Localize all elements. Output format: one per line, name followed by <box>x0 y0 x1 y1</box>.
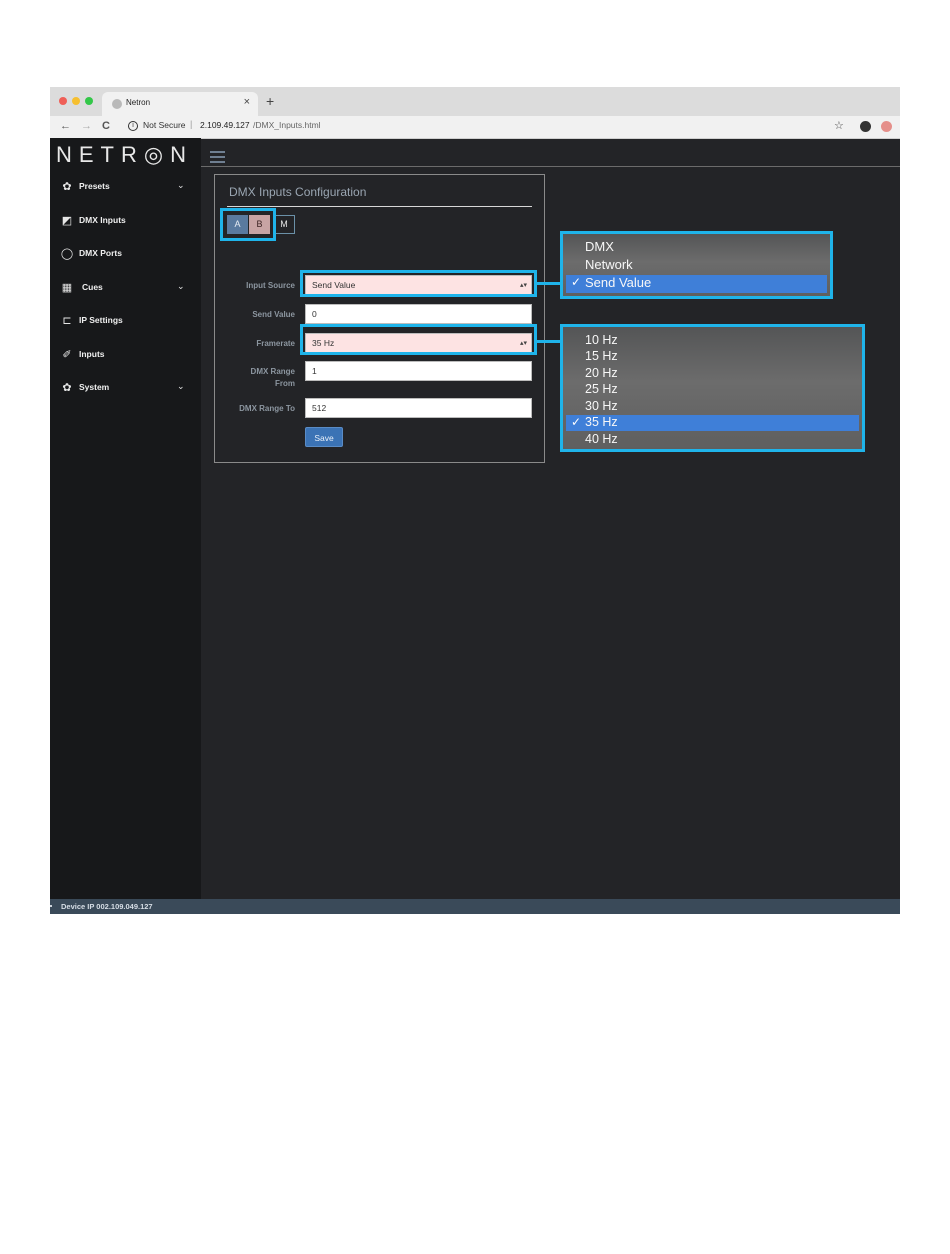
send-value-input[interactable]: 0 <box>305 304 532 324</box>
dmx-range-to-label: DMX Range To <box>239 404 295 413</box>
sidebar-item-dmx-ports[interactable]: ◯ DMX Ports <box>50 239 201 272</box>
circle-icon: ◯ <box>60 248 74 260</box>
framerate-label: Framerate <box>256 339 295 348</box>
laptop-icon: ⊏ <box>62 315 72 327</box>
sidebar-item-presets[interactable]: ✿ Presets ⌄ <box>50 172 201 205</box>
gear-icon: ✿ <box>62 382 72 394</box>
dmx-range-from-text: 1 <box>312 366 317 376</box>
segment-highlight-box <box>220 208 276 241</box>
chevron-down-icon: ⌄ <box>177 281 185 291</box>
option-label: DMX <box>585 239 614 254</box>
profile-icon[interactable] <box>860 121 871 132</box>
favicon-icon <box>112 99 122 109</box>
input-source-dropdown-callout: DMX Network ✓ Send Value <box>560 231 833 299</box>
dropdown-option-network[interactable]: Network <box>566 257 827 275</box>
status-dot <box>50 905 52 907</box>
back-button[interactable]: ← <box>60 119 71 133</box>
sidebar-item-cues[interactable]: ▦ Cues ⌄ <box>50 273 201 306</box>
input-icon: ◩ <box>61 215 73 227</box>
dropdown-option-35hz[interactable]: ✓ 35 Hz <box>566 415 859 431</box>
checkmark-icon: ✓ <box>571 415 582 429</box>
tab-bar: Netron × + <box>50 87 900 116</box>
sidebar-item-inputs[interactable]: ✐ Inputs <box>50 340 201 373</box>
option-label: Network <box>585 257 633 272</box>
forward-button[interactable]: → <box>81 119 92 133</box>
dmx-range-to-input[interactable]: 512 <box>305 398 532 418</box>
plug-icon: ✐ <box>62 349 72 361</box>
sidebar-item-dmx-inputs[interactable]: ◩ DMX Inputs <box>50 206 201 239</box>
sidebar-item-label: DMX Inputs <box>79 215 126 225</box>
hamburger-menu-icon[interactable] <box>210 151 225 166</box>
sidebar: NETR◎N ✿ Presets ⌄ ◩ DMX Inputs ◯ DMX Po… <box>50 138 201 899</box>
info-icon[interactable]: i <box>128 121 138 131</box>
dmx-range-to-text: 512 <box>312 403 327 413</box>
dmx-range-from-label: DMX Range <box>250 367 295 376</box>
input-source-connector <box>537 282 562 285</box>
sidebar-item-label: DMX Ports <box>79 248 122 258</box>
universe-m-button[interactable]: M <box>273 215 295 234</box>
gear-icon: ✿ <box>62 181 72 193</box>
send-value-label: Send Value <box>252 310 295 319</box>
close-window-button[interactable] <box>59 97 67 105</box>
url-host: 2.109.49.127 <box>200 120 250 130</box>
sidebar-item-ip-settings[interactable]: ⊏ IP Settings <box>50 306 201 339</box>
option-label: 25 Hz <box>585 382 618 396</box>
chevron-down-icon: ⌄ <box>177 381 185 391</box>
minimize-window-button[interactable] <box>72 97 80 105</box>
dmx-range-from-input[interactable]: 1 <box>305 361 532 381</box>
panel-title: DMX Inputs Configuration <box>229 185 367 199</box>
not-secure-label: Not Secure <box>143 120 186 130</box>
film-icon: ▦ <box>61 282 73 294</box>
sidebar-item-label: System <box>79 382 110 392</box>
url-path: /DMX_Inputs.html <box>253 120 321 130</box>
framerate-dropdown-callout: 10 Hz 15 Hz 20 Hz 25 Hz 30 Hz ✓ 35 Hz 40… <box>560 324 865 452</box>
dropdown-option-10hz[interactable]: 10 Hz <box>566 333 859 349</box>
url-field[interactable]: i Not Secure | 2.109.49.127 /DMX_Inputs.… <box>120 118 890 135</box>
header-divider <box>201 166 900 167</box>
title-divider <box>227 206 532 207</box>
option-label: 20 Hz <box>585 366 618 380</box>
dropdown-option-40hz[interactable]: 40 Hz <box>566 432 859 448</box>
input-source-label: Input Source <box>246 281 295 290</box>
send-value-text: 0 <box>312 309 317 319</box>
sidebar-item-label: IP Settings <box>79 315 123 325</box>
tab-close-icon[interactable]: × <box>244 96 250 108</box>
browser-tab[interactable]: Netron × <box>102 92 258 116</box>
option-label: 30 Hz <box>585 399 618 413</box>
sidebar-item-label: Cues <box>82 282 103 292</box>
option-label: 40 Hz <box>585 432 618 446</box>
extension-icon[interactable] <box>881 121 892 132</box>
status-bar: Device IP 002.109.049.127 <box>50 899 900 914</box>
netron-logo: NETR◎N <box>56 142 193 167</box>
dropdown-option-15hz[interactable]: 15 Hz <box>566 349 859 365</box>
sidebar-item-label: Presets <box>79 181 110 191</box>
dropdown-option-dmx[interactable]: DMX <box>566 239 827 257</box>
dmx-range-from-label-2: From <box>275 379 295 388</box>
dropdown-option-20hz[interactable]: 20 Hz <box>566 366 859 382</box>
framerate-highlight-box <box>300 324 537 355</box>
input-source-highlight-box <box>300 270 537 297</box>
reload-button[interactable]: C <box>102 119 110 133</box>
framerate-connector <box>537 340 562 343</box>
bookmark-star-icon[interactable]: ☆ <box>834 119 844 133</box>
dropdown-option-send-value[interactable]: ✓ Send Value <box>566 275 827 293</box>
maximize-window-button[interactable] <box>85 97 93 105</box>
address-bar: ← → C i Not Secure | 2.109.49.127 /DMX_I… <box>50 116 900 139</box>
option-label: 10 Hz <box>585 333 618 347</box>
checkmark-icon: ✓ <box>571 275 582 289</box>
option-label: 35 Hz <box>585 415 618 429</box>
tab-title: Netron <box>126 98 151 107</box>
new-tab-button[interactable]: + <box>266 94 274 108</box>
chevron-down-icon: ⌄ <box>177 180 185 190</box>
device-ip-text: Device IP 002.109.049.127 <box>61 902 153 911</box>
sidebar-item-label: Inputs <box>79 349 105 359</box>
sidebar-item-system[interactable]: ✿ System ⌄ <box>50 373 201 406</box>
browser-window: Netron × + ← → C i Not Secure | 2.109.49… <box>50 87 900 914</box>
dropdown-option-30hz[interactable]: 30 Hz <box>566 399 859 415</box>
option-label: 15 Hz <box>585 349 618 363</box>
dropdown-option-25hz[interactable]: 25 Hz <box>566 382 859 398</box>
option-label: Send Value <box>585 275 652 290</box>
url-separator: | <box>190 119 193 129</box>
save-button[interactable]: Save <box>305 427 343 447</box>
